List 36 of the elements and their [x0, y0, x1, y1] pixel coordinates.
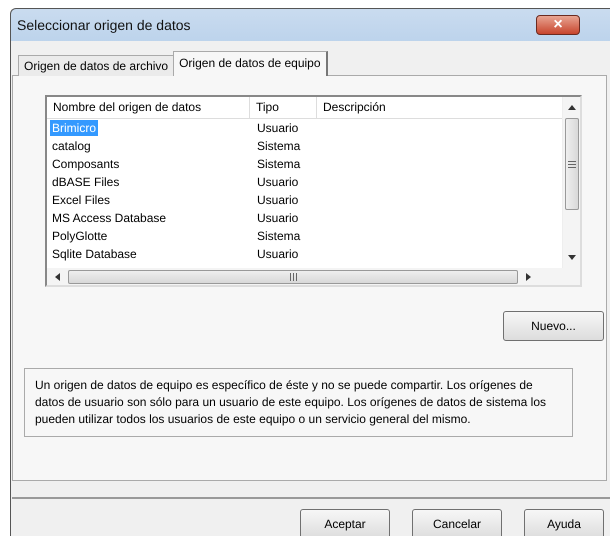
table-cell[interactable]: dBASE Files [50, 174, 122, 190]
scroll-right-icon[interactable] [526, 272, 531, 280]
info-text: Un origen de datos de equipo es específico de éste y no se puede compartir. Los orígenes de datos de usuario son sólo para un usuario de este equipo. Los orígenes de datos de sistema los pueden utilizar todos los usuarios de este equipo o un servicio general del mismo. [24, 368, 573, 437]
table-cell[interactable]: PolyGlotte [50, 228, 110, 244]
new-button[interactable]: Nuevo... [503, 311, 604, 341]
table-cell[interactable]: Composants [50, 156, 122, 172]
dialog-button[interactable]: Cancelar [412, 509, 502, 536]
grip-icon [568, 160, 576, 168]
vertical-scrollbar[interactable] [562, 97, 580, 268]
horizontal-scrollbar[interactable] [47, 268, 580, 285]
table-cell[interactable]: MS Access Database [50, 210, 168, 226]
table-cell[interactable]: Excel Files [50, 192, 112, 208]
scrollbar-thumb[interactable] [68, 270, 518, 284]
column-header[interactable]: Nombre del origen de datos [47, 97, 250, 118]
column-header[interactable]: Descripción [317, 97, 562, 118]
window-title: Seleccionar origen de datos [17, 17, 191, 33]
tab[interactable]: Origen de datos de archivo [18, 55, 174, 76]
table-cell-text: Sistema [256, 139, 302, 153]
table-cell-text: Usuario [256, 211, 300, 225]
dialog-button[interactable]: Aceptar [300, 509, 390, 536]
table-cell-text: Sistema [256, 157, 302, 171]
table-cell-text: Usuario [256, 175, 300, 189]
table-cell[interactable]: Sqlite Database [50, 246, 139, 262]
table-cell-text: Usuario [256, 121, 300, 135]
tab[interactable]: Origen de datos de equipo [173, 51, 328, 76]
table-cell-text: Sistema [256, 229, 302, 243]
table-cell-text: Usuario [256, 193, 300, 207]
dialog-button[interactable]: Ayuda [524, 509, 604, 536]
scroll-down-icon[interactable] [568, 255, 576, 260]
scroll-left-icon[interactable] [55, 272, 60, 280]
column-header[interactable]: Tipo [250, 97, 317, 118]
table-cell-text: Usuario [256, 247, 300, 261]
scroll-up-icon[interactable] [568, 105, 576, 110]
table-cell[interactable]: catalog [50, 138, 93, 154]
scrollbar-thumb[interactable] [564, 118, 578, 210]
grip-icon [290, 272, 296, 280]
